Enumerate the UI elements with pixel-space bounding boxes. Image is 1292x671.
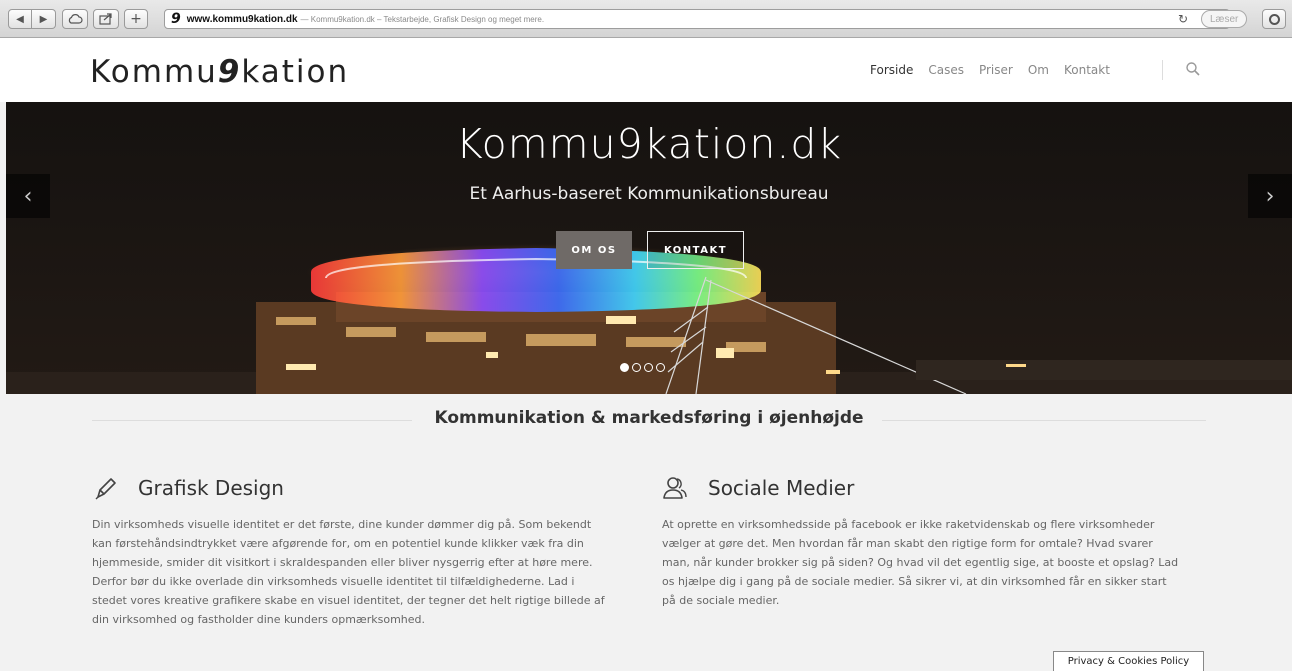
address-bar[interactable]: 9 www.kommu9kation.dk — Kommu9kation.dk …	[164, 9, 1230, 29]
pencil-icon	[95, 478, 116, 500]
hero-slider: Kommu9kation.dk Et Aarhus-baseret Kommun…	[6, 102, 1292, 394]
forward-button[interactable]: ▶	[32, 9, 56, 29]
column-text: Din virksomheds visuelle identitet er de…	[92, 515, 637, 629]
reload-icon[interactable]: ↻	[1178, 12, 1188, 26]
text-line: kan førstehåndsindtrykket være afgørende…	[92, 537, 584, 550]
slide-dot[interactable]	[632, 363, 641, 372]
url-domain: www.kommu9kation.dk	[186, 13, 298, 25]
reader-button[interactable]: Læser	[1201, 10, 1248, 28]
sociale-medier-column: Sociale Medier At oprette en virksomheds…	[662, 470, 1207, 610]
nav-priser[interactable]: Priser	[979, 63, 1013, 77]
text-line: din virksomhed og fastholder dine kunder…	[92, 613, 426, 626]
icloud-tabs-button[interactable]	[62, 9, 88, 29]
site-favicon: 9	[171, 11, 181, 27]
grafisk-design-column: Grafisk Design Din virksomheds visuelle …	[92, 470, 637, 629]
slide-dot[interactable]	[644, 363, 653, 372]
nav-divider	[1162, 60, 1163, 80]
page-title-in-url: — Kommu9kation.dk – Tekstarbejde, Grafis…	[300, 14, 545, 24]
nav-cases[interactable]: Cases	[928, 63, 964, 77]
nav-om[interactable]: Om	[1028, 63, 1049, 77]
next-slide-button[interactable]: ›	[1248, 174, 1292, 218]
kontakt-button[interactable]: KONTAKT	[647, 231, 744, 269]
text-line: på de sociale medier.	[662, 594, 780, 607]
logo-prefix: Kommu	[90, 54, 218, 90]
text-line: os hjælpe dig i gang på de sociale medie…	[662, 575, 1167, 588]
new-tab-button[interactable]: +	[124, 9, 148, 29]
text-line: Derfor bør du ikke overlade din virksomh…	[92, 575, 575, 588]
share-icon	[99, 13, 112, 25]
column-header: Grafisk Design	[92, 470, 637, 506]
slide-indicators	[620, 363, 668, 372]
text-line: vælger at gøre det. Men hvordan får man …	[662, 537, 1153, 550]
privacy-cookies-policy-button[interactable]: Privacy & Cookies Policy	[1053, 651, 1204, 671]
previous-slide-button[interactable]: ‹	[6, 174, 50, 218]
text-line: Din virksomheds visuelle identitet er de…	[92, 518, 592, 531]
downloads-icon	[1268, 13, 1280, 25]
users-icon	[663, 477, 687, 499]
logo-nine: 9	[217, 54, 242, 90]
share-button[interactable]	[93, 9, 119, 29]
site-logo[interactable]: Kommu9kation	[90, 54, 349, 90]
downloads-button[interactable]	[1262, 9, 1286, 29]
nav-kontakt[interactable]: Kontakt	[1064, 63, 1110, 77]
column-title: Sociale Medier	[708, 476, 855, 500]
slide-dot[interactable]	[656, 363, 665, 372]
chevron-right-icon: ›	[1265, 183, 1275, 209]
back-button[interactable]: ◀	[8, 9, 32, 29]
main-navigation: Forside Cases Priser Om Kontakt	[870, 63, 1125, 77]
nav-forside[interactable]: Forside	[870, 63, 913, 77]
browser-toolbar: ◀ ▶ + 9 www.kommu9kation.dk — Kommu9kati…	[0, 0, 1292, 38]
logo-suffix: kation	[241, 54, 350, 90]
slide-dot[interactable]	[620, 363, 629, 372]
column-title: Grafisk Design	[138, 476, 284, 500]
site-header: Kommu9kation Forside Cases Priser Om Kon…	[0, 38, 1292, 102]
search-icon[interactable]	[1185, 61, 1201, 77]
text-line: man, når kunder brokker sig på siden? Og…	[662, 556, 1179, 569]
browser-nav-buttons: ◀ ▶ +	[8, 9, 153, 29]
hero-subtitle: Et Aarhus-baseret Kommunikationsbureau	[469, 184, 829, 204]
hero-title: Kommu9kation.dk	[455, 120, 843, 168]
chevron-left-icon: ‹	[23, 183, 33, 209]
text-line: At oprette en virksomhedsside på faceboo…	[662, 518, 1155, 531]
text-line: stedet vores kreative grafikere skabe en…	[92, 594, 605, 607]
om-os-button[interactable]: OM OS	[556, 231, 632, 269]
section-heading-text: Kommunikation & markedsføring i øjenhøjd…	[434, 408, 864, 428]
cloud-icon	[68, 14, 83, 24]
section-heading: Kommunikation & markedsføring i øjenhøjd…	[92, 408, 1206, 432]
column-text: At oprette en virksomhedsside på faceboo…	[662, 515, 1207, 610]
text-line: hjemmeside, smider dit visitkort i skral…	[92, 556, 593, 569]
column-header: Sociale Medier	[662, 470, 1207, 506]
